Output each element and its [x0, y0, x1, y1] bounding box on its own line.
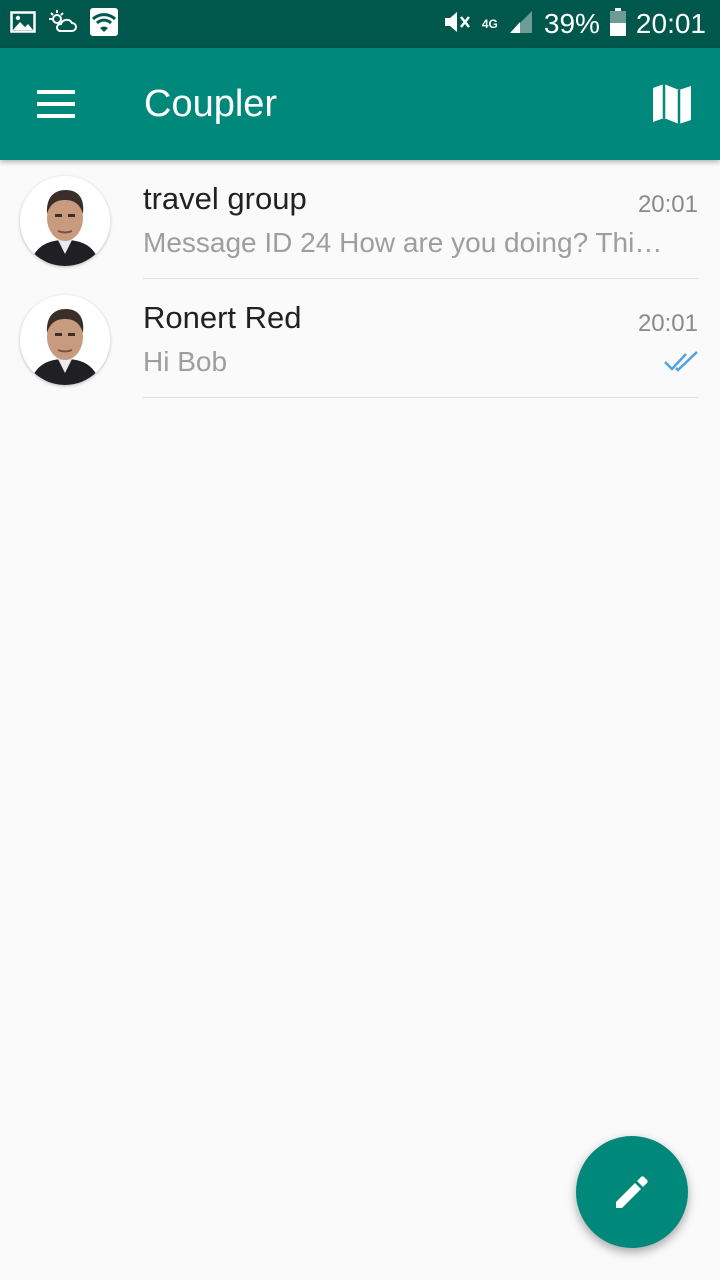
status-system: 4G 39% 20:01: [442, 0, 706, 48]
chat-preview: Message ID 24 How are you doing? This is…: [143, 227, 663, 258]
status-notifications: [10, 7, 118, 41]
menu-icon: [37, 90, 75, 118]
signal-icon: [508, 9, 534, 40]
divider: [143, 397, 698, 398]
avatar: [20, 295, 110, 385]
chat-preview: Hi Bob: [143, 346, 228, 377]
chat-row-ronert-red[interactable]: Ronert Red 20:01 Hi Bob: [0, 279, 720, 398]
network-type-label: 4G: [481, 17, 498, 31]
avatar: [20, 176, 110, 266]
chat-name: Ronert Red: [143, 300, 302, 335]
chat-name: travel group: [143, 181, 307, 216]
chat-time: 20:01: [637, 191, 698, 218]
pencil-icon: [616, 1176, 648, 1208]
status-bar: 4G 39% 20:01: [0, 0, 720, 48]
status-time: 20:01: [635, 8, 706, 39]
app-bar: Coupler: [0, 48, 720, 160]
vibrate-mute-icon: [442, 9, 472, 40]
double-check-icon: [664, 351, 698, 372]
chat-list: travel group 20:01 Message ID 24 How are…: [0, 160, 720, 398]
map-button[interactable]: [646, 78, 698, 130]
battery-percent: 39%: [543, 8, 600, 39]
weather-icon: [48, 9, 78, 40]
menu-button[interactable]: [28, 76, 84, 132]
compose-button[interactable]: [576, 1136, 688, 1248]
app-title: Coupler: [144, 83, 278, 125]
chat-row-travel-group[interactable]: travel group 20:01 Message ID 24 How are…: [0, 160, 720, 279]
chat-time: 20:01: [637, 310, 698, 337]
battery-icon: [609, 7, 626, 41]
wifi-icon: [90, 7, 118, 41]
map-icon: [653, 84, 691, 124]
image-icon: [10, 9, 36, 40]
